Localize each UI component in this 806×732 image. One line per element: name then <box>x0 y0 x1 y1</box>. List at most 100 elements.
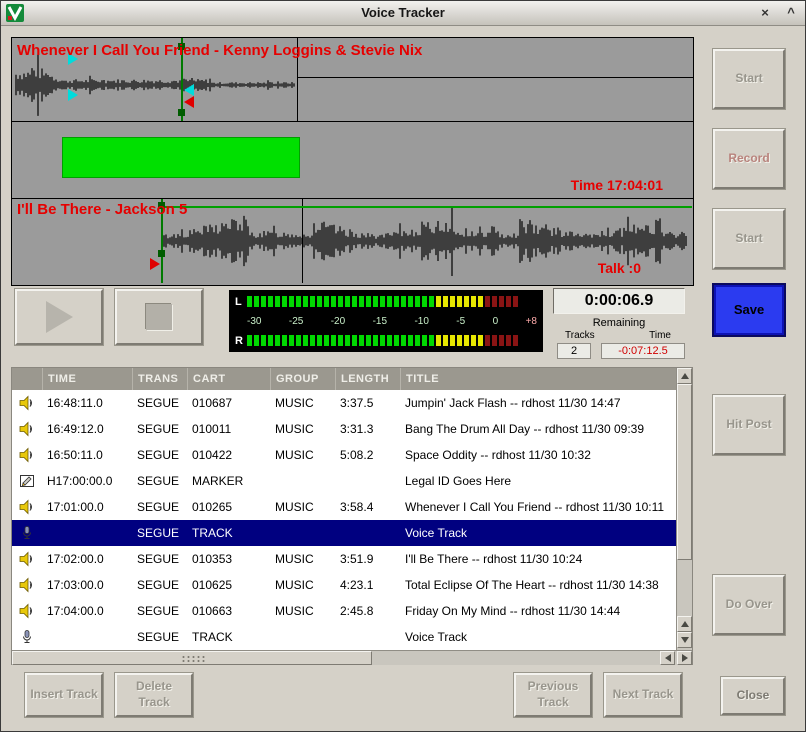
track2-cursor-handle-bottom[interactable] <box>158 250 165 257</box>
scroll-up-button[interactable] <box>677 616 692 632</box>
column-icon <box>12 368 42 390</box>
track1-cursor-handle-bottom[interactable] <box>178 109 185 116</box>
row-type-icon <box>12 447 42 463</box>
start-track2-button[interactable]: Start <box>713 209 785 269</box>
row-transition: SEGUE <box>132 500 187 514</box>
log-rows: 16:48:11.0 SEGUE 010687 MUSIC 3:37.5 Jum… <box>12 390 676 650</box>
remaining-tracks-value: 2 <box>557 343 591 359</box>
shade-icon[interactable]: ^ <box>783 5 799 21</box>
save-button[interactable]: Save <box>714 285 784 335</box>
scroll-up-button[interactable] <box>677 368 692 384</box>
remaining-time-label: Time <box>649 330 671 341</box>
row-title: Voice Track <box>400 630 676 644</box>
voicetrack-region[interactable] <box>62 137 300 178</box>
scroll-down-button[interactable] <box>677 632 692 648</box>
vertical-scrollbar[interactable] <box>676 368 692 650</box>
log-row[interactable]: 17:01:00.0 SEGUE 010265 MUSIC 3:58.4 Whe… <box>12 494 676 520</box>
row-type-icon <box>12 473 42 489</box>
stop-button[interactable] <box>115 289 203 345</box>
row-cart: 010353 <box>187 552 270 566</box>
scale-tick: 0 <box>493 316 499 327</box>
waveform-panel: Whenever I Call You Friend - Kenny Loggi… <box>11 37 694 286</box>
scale-tick: -20 <box>331 316 345 327</box>
row-length: 3:58.4 <box>335 500 400 514</box>
row-title: Whenever I Call You Friend -- rdhost 11/… <box>400 500 676 514</box>
column-time: TIME <box>42 368 132 390</box>
row-length: 3:37.5 <box>335 396 400 410</box>
speaker-icon <box>19 577 35 593</box>
deck-divider <box>12 198 693 199</box>
row-type-icon <box>12 577 42 593</box>
row-cart: 010422 <box>187 448 270 462</box>
log-row[interactable]: 17:02:00.0 SEGUE 010353 MUSIC 3:51.9 I'l… <box>12 546 676 572</box>
row-cart: 010663 <box>187 604 270 618</box>
log-row[interactable]: 16:48:11.0 SEGUE 010687 MUSIC 3:37.5 Jum… <box>12 390 676 416</box>
meter-scale: -30 -25 -20 -15 -10 -5 0 +8 <box>247 315 537 327</box>
log-row[interactable]: SEGUE TRACK Voice Track <box>12 520 676 546</box>
hit-post-button[interactable]: Hit Post <box>713 395 785 455</box>
talk-time-label: Talk :0 <box>598 260 641 276</box>
audio-meter: L -30 -25 -20 -15 -10 -5 0 +8 R <box>229 290 543 352</box>
speaker-icon <box>19 395 35 411</box>
row-transition: SEGUE <box>132 578 187 592</box>
track2-level-line[interactable] <box>161 206 692 208</box>
speaker-icon <box>19 421 35 437</box>
column-group: GROUP <box>270 368 335 390</box>
row-transition: SEGUE <box>132 526 187 540</box>
fadeup-marker-icon[interactable] <box>68 89 78 101</box>
row-title: Legal ID Goes Here <box>400 474 676 488</box>
speaker-icon <box>19 551 35 567</box>
deck-divider <box>297 77 693 78</box>
scale-tick: -15 <box>373 316 387 327</box>
log-row[interactable]: SEGUE TRACK Voice Track <box>12 624 676 650</box>
start-track1-button[interactable]: Start <box>713 49 785 109</box>
close-icon[interactable]: × <box>757 5 773 21</box>
speaker-icon <box>19 447 35 463</box>
start-marker-icon[interactable] <box>150 258 160 270</box>
deck-divider <box>302 198 303 283</box>
next-track-button[interactable]: Next Track <box>604 673 682 717</box>
row-title: Total Eclipse Of The Heart -- rdhost 11/… <box>400 578 676 592</box>
row-group: MUSIC <box>270 448 335 462</box>
track1-title: Whenever I Call You Friend - Kenny Loggi… <box>17 42 422 59</box>
insert-track-button[interactable]: Insert Track <box>25 673 103 717</box>
right-channel-label: R <box>235 335 247 347</box>
play-button[interactable] <box>15 289 103 345</box>
scale-tick: -25 <box>289 316 303 327</box>
log-row[interactable]: 16:50:11.0 SEGUE 010422 MUSIC 5:08.2 Spa… <box>12 442 676 468</box>
scroll-left-button[interactable] <box>660 651 675 665</box>
row-cart: TRACK <box>187 526 270 540</box>
log-row[interactable]: 17:03:00.0 SEGUE 010625 MUSIC 4:23.1 Tot… <box>12 572 676 598</box>
log-row[interactable]: 16:49:12.0 SEGUE 010011 MUSIC 3:31.3 Ban… <box>12 416 676 442</box>
row-length: 4:23.1 <box>335 578 400 592</box>
right-meter-bar <box>247 335 537 346</box>
marker-icon <box>19 473 35 489</box>
scroll-right-button[interactable] <box>677 651 692 665</box>
column-trans: TRANS <box>132 368 187 390</box>
stop-icon <box>146 304 172 330</box>
play-icon <box>46 301 73 333</box>
log-row[interactable]: H17:00:00.0 SEGUE MARKER Legal ID Goes H… <box>12 468 676 494</box>
delete-track-button[interactable]: Delete Track <box>115 673 193 717</box>
horizontal-scrollbar[interactable] <box>12 650 692 665</box>
row-cart: 010687 <box>187 396 270 410</box>
end-marker-icon[interactable] <box>184 96 194 108</box>
row-transition: SEGUE <box>132 474 187 488</box>
previous-track-button[interactable]: Previous Track <box>514 673 592 717</box>
row-title: Jumpin' Jack Flash -- rdhost 11/30 14:47 <box>400 396 676 410</box>
close-button[interactable]: Close <box>721 677 785 715</box>
row-group: MUSIC <box>270 396 335 410</box>
row-time: 17:03:00.0 <box>42 578 132 592</box>
titlebar[interactable]: Voice Tracker × ^ <box>1 1 805 26</box>
fadedown-marker-icon[interactable] <box>184 84 194 96</box>
log-row[interactable]: 17:04:00.0 SEGUE 010663 MUSIC 2:45.8 Fri… <box>12 598 676 624</box>
do-over-button[interactable]: Do Over <box>713 575 785 635</box>
row-length: 5:08.2 <box>335 448 400 462</box>
vertical-scroll-thumb[interactable] <box>677 384 692 560</box>
row-transition: SEGUE <box>132 630 187 644</box>
row-group: MUSIC <box>270 422 335 436</box>
record-button[interactable]: Record <box>713 129 785 189</box>
arrow-left-icon <box>665 654 671 662</box>
row-length: 2:45.8 <box>335 604 400 618</box>
horizontal-scroll-thumb[interactable] <box>12 651 372 665</box>
